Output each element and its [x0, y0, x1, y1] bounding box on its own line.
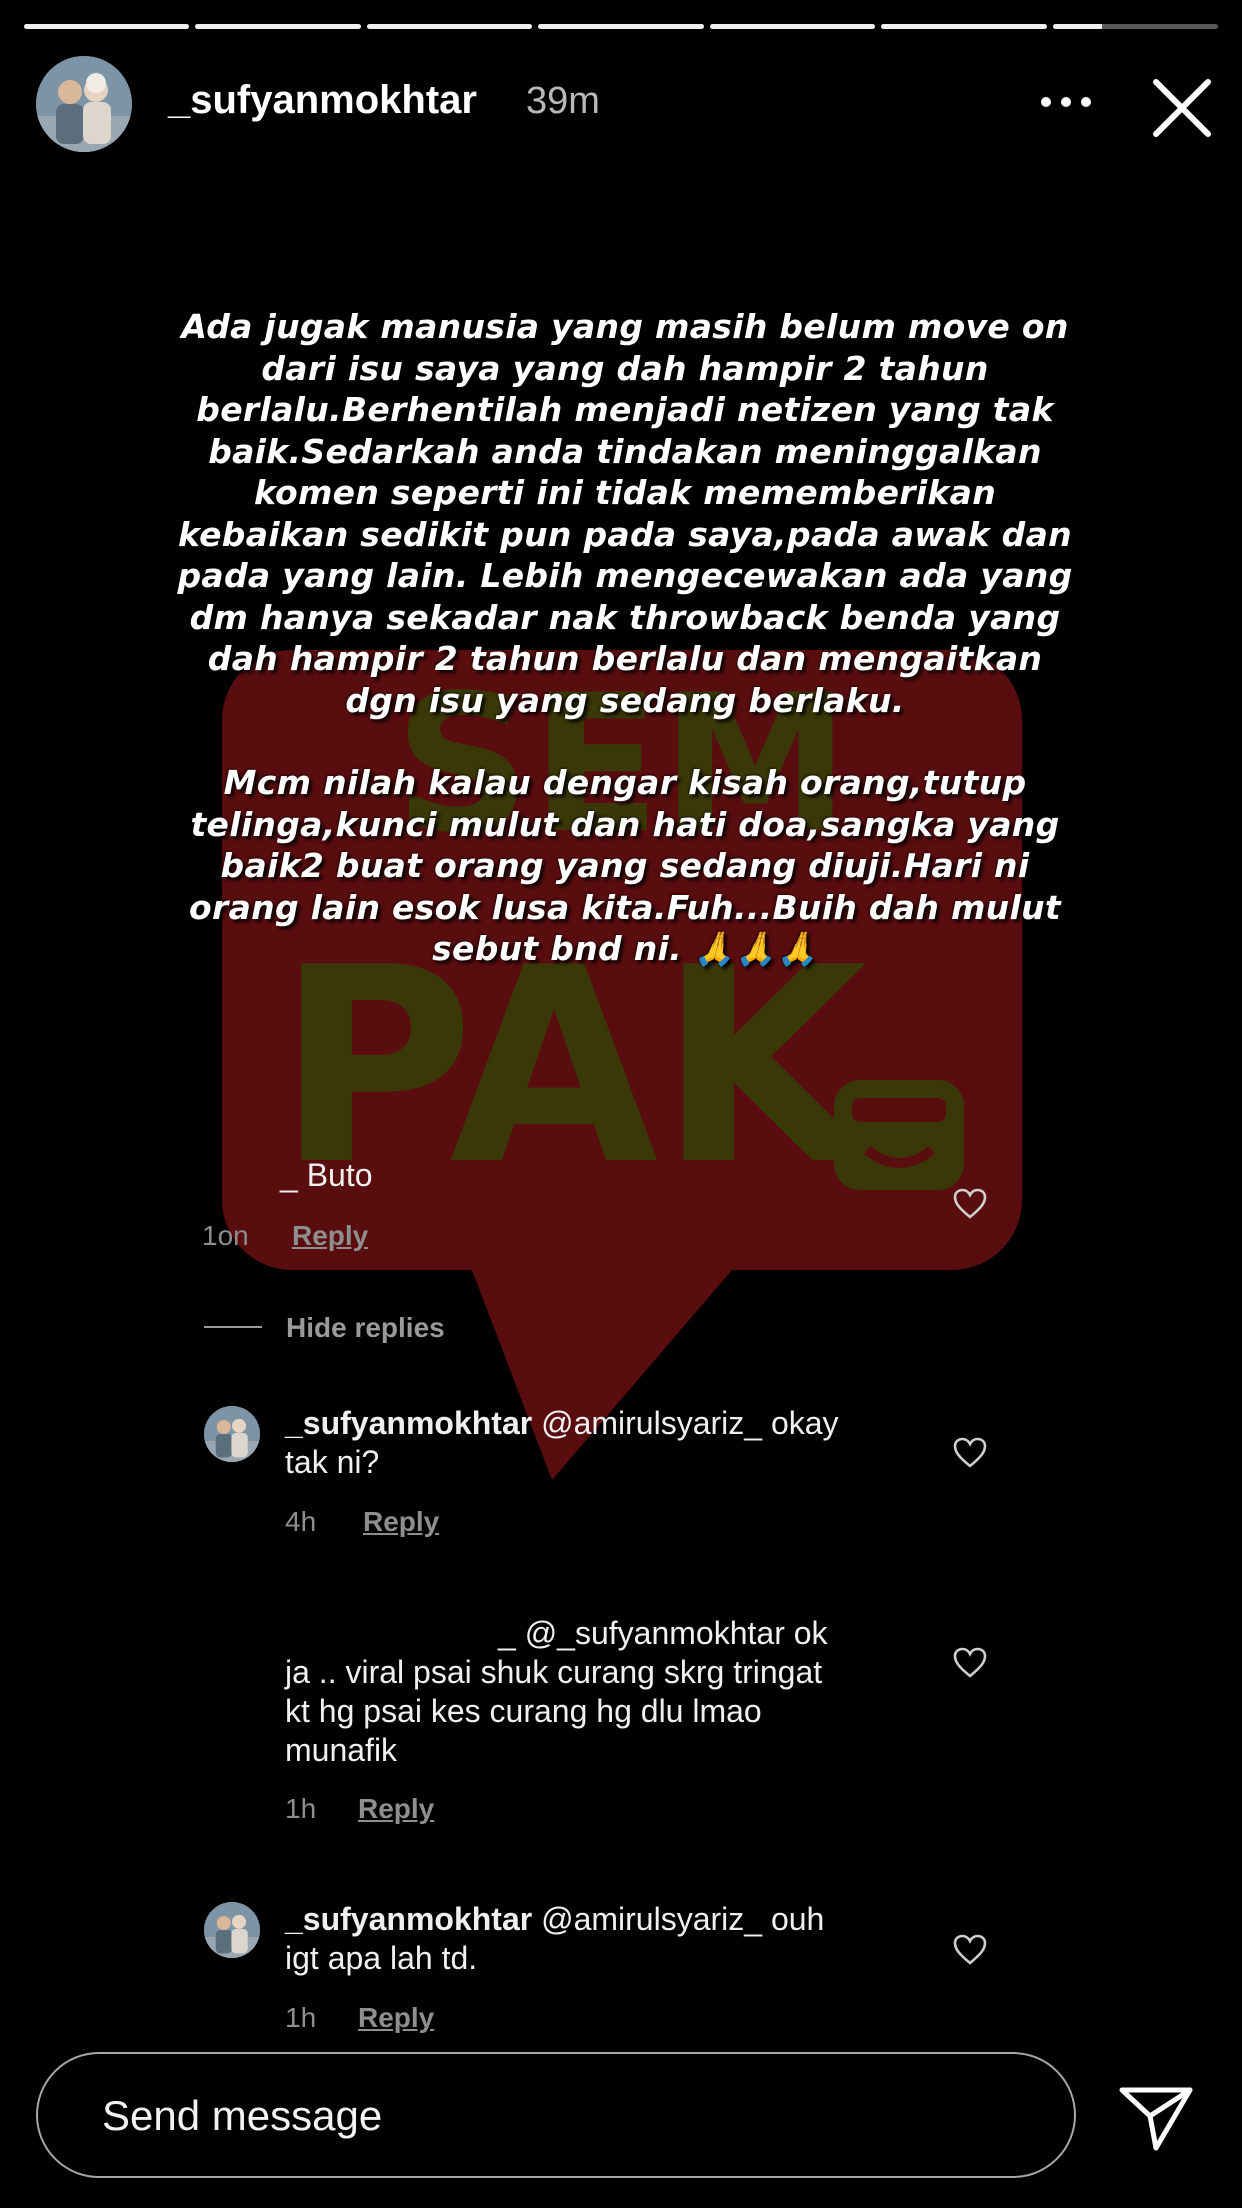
comment-2-reply-button[interactable]: Reply: [363, 1506, 439, 1538]
caption-paragraph-1: Ada jugak manusia yang masih belum move …: [177, 307, 1073, 720]
story-caption: Ada jugak manusia yang masih belum move …: [130, 306, 1120, 970]
progress-segment: [195, 24, 361, 29]
story-time: 39m: [526, 80, 600, 122]
progress-fill: [195, 24, 361, 29]
story-progress: [24, 24, 1218, 30]
hide-replies-button[interactable]: Hide replies: [286, 1312, 445, 1344]
comment-1-time: 1on: [202, 1220, 249, 1251]
progress-fill: [881, 24, 1047, 29]
more-horizontal-icon: [1041, 97, 1091, 107]
close-button[interactable]: [1146, 72, 1218, 144]
comment-2-text: _sufyanmokhtar @amirulsyariz_ okay tak n…: [285, 1404, 839, 1482]
comment-1-body: _ Buto: [280, 1157, 373, 1193]
heart-icon[interactable]: [953, 1934, 987, 1966]
caption-paragraph-2: Mcm nilah kalau dengar kisah orang,tutup…: [189, 763, 1061, 968]
comment-4-reply-button[interactable]: Reply: [358, 2002, 434, 2034]
comment-3-line-3: kt hg psai kes curang hg dlu lmao: [285, 1693, 762, 1729]
avatar-image: [204, 1902, 260, 1958]
comment-1-reply-button[interactable]: Reply: [292, 1220, 368, 1252]
progress-fill: [24, 24, 190, 29]
comment-3-line-1: _ @_sufyanmokhtar ok: [498, 1615, 828, 1651]
comment-1-text: _ Buto: [280, 1156, 373, 1195]
comment-4-line-1: @amirulsyariz_ ouh: [541, 1901, 825, 1937]
close-icon: [1153, 79, 1211, 137]
send-button[interactable]: [1116, 2082, 1196, 2154]
avatar[interactable]: [36, 56, 132, 152]
comment-2-line-1: @amirulsyariz_ okay: [541, 1405, 839, 1441]
comment-4-line-2: igt apa lah td.: [285, 1940, 478, 1976]
send-message-input[interactable]: Send message: [36, 2052, 1076, 2178]
comment-3-reply-button[interactable]: Reply: [358, 1793, 434, 1825]
more-button[interactable]: [1036, 82, 1096, 122]
comment-3-time: 1h: [285, 1793, 317, 1824]
hide-replies-line: [204, 1326, 262, 1328]
progress-segment: [1052, 24, 1218, 29]
progress-segment: [366, 24, 533, 29]
send-icon: [1119, 2087, 1193, 2151]
heart-icon[interactable]: [953, 1647, 987, 1679]
progress-fill: [1052, 24, 1103, 29]
comment-2-time: 4h: [285, 1506, 317, 1537]
progress-segment: [24, 24, 190, 29]
comment-2-line-2: tak ni?: [285, 1444, 380, 1480]
comment-4-avatar[interactable]: [204, 1902, 260, 1958]
comment-2-username[interactable]: _sufyanmokhtar: [285, 1405, 532, 1441]
story-username[interactable]: _sufyanmokhtar: [168, 78, 477, 123]
comment-3-line-2: ja .. viral psai shuk curang skrg tringa…: [285, 1654, 823, 1690]
progress-fill: [709, 24, 876, 29]
progress-segment: [709, 24, 876, 29]
comment-4-text: _sufyanmokhtar @amirulsyariz_ ouh igt ap…: [285, 1900, 824, 1978]
progress-segment: [881, 24, 1047, 29]
comment-2-avatar[interactable]: [204, 1406, 260, 1462]
comment-4-username[interactable]: _sufyanmokhtar: [285, 1901, 532, 1937]
progress-segment: [538, 24, 704, 29]
story-header: _sufyanmokhtar 39m: [36, 52, 1216, 152]
comment-3-line-4: munafik: [285, 1732, 398, 1768]
send-message-placeholder: Send message: [102, 2092, 383, 2139]
avatar-image: [204, 1406, 260, 1462]
avatar-image: [36, 56, 132, 152]
comment-4-time: 1h: [285, 2002, 317, 2033]
heart-icon[interactable]: [953, 1188, 987, 1220]
progress-fill: [538, 24, 704, 29]
heart-icon[interactable]: [953, 1437, 987, 1469]
progress-fill: [366, 24, 533, 29]
